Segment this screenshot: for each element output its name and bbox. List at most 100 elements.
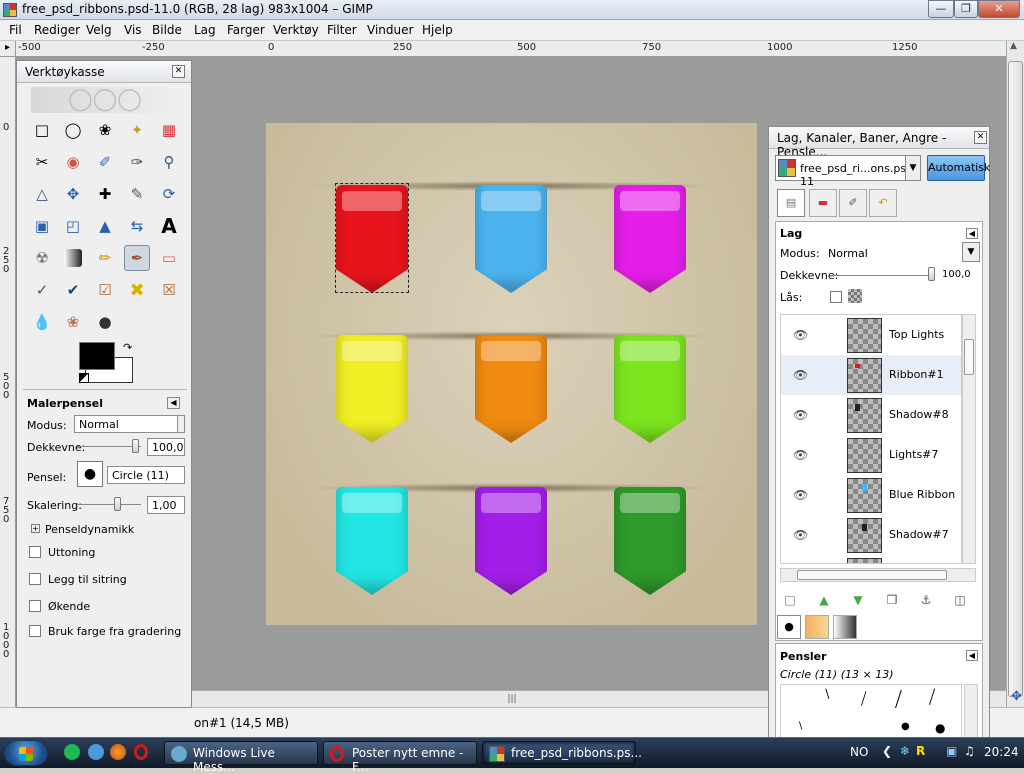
layer-row[interactable]: 👁 Shadow#8 bbox=[781, 395, 961, 435]
visibility-eye-icon[interactable]: 👁 bbox=[793, 528, 808, 542]
move-icon[interactable]: ✥ bbox=[60, 181, 86, 207]
airbrush-icon[interactable]: ✓ bbox=[29, 277, 55, 303]
visibility-eye-icon[interactable]: 👁 bbox=[793, 368, 808, 382]
visibility-eye-icon[interactable]: 👁 bbox=[793, 408, 808, 422]
brush-item[interactable]: ⧸ bbox=[861, 689, 866, 709]
smudge-icon[interactable]: ❀ bbox=[60, 309, 86, 335]
brush-grid[interactable]: ∖ ⧸ ⧸ ⧸ ∖ ● ● bbox=[780, 684, 962, 740]
image-selector-arrow-icon[interactable]: ▼ bbox=[905, 155, 921, 181]
tool-options-menu-icon[interactable]: ◀ bbox=[167, 397, 180, 409]
layer-row[interactable]: 👁 Lights#7 bbox=[781, 435, 961, 475]
shear-icon[interactable]: ◰ bbox=[60, 213, 86, 239]
scissors-icon[interactable]: ✂ bbox=[29, 149, 55, 175]
incremental-checkbox[interactable] bbox=[29, 600, 41, 612]
close-dock-icon[interactable]: ✕ bbox=[974, 131, 987, 144]
opacity-value[interactable]: 100,0 bbox=[147, 438, 185, 456]
quick-mask-toggle[interactable]: ▸ bbox=[0, 41, 16, 57]
maximize-button[interactable]: ❐ bbox=[954, 0, 978, 18]
blur-icon[interactable]: 💧 bbox=[29, 309, 55, 335]
default-colors-icon[interactable] bbox=[79, 373, 89, 383]
patterns-tab-icon[interactable] bbox=[805, 615, 829, 639]
brushes-tab-icon[interactable]: ● bbox=[777, 615, 801, 639]
task-windows-live-messenger[interactable]: Windows Live Mess... bbox=[164, 741, 318, 774]
brush-item[interactable]: ● bbox=[901, 721, 910, 732]
scroll-up-arrow-icon[interactable]: ▲ bbox=[1010, 41, 1022, 55]
language-indicator[interactable]: NO bbox=[850, 745, 868, 759]
scale-value[interactable]: 1,00 bbox=[147, 496, 185, 514]
layer-row[interactable]: 👁 Top Lights bbox=[781, 315, 961, 355]
mode-select[interactable]: Normal bbox=[74, 415, 178, 433]
jitter-checkbox[interactable] bbox=[29, 573, 41, 585]
rect-select-icon[interactable]: □ bbox=[29, 117, 55, 143]
ink-icon[interactable]: ✔ bbox=[60, 277, 86, 303]
foreground-select-icon[interactable]: ◉ bbox=[60, 149, 86, 175]
layer-opacity-value[interactable]: 100,0 bbox=[942, 269, 971, 280]
brush-item[interactable]: ∖ bbox=[797, 721, 803, 732]
fuzzy-select-icon[interactable]: ✦ bbox=[124, 117, 150, 143]
foreground-color-swatch[interactable] bbox=[79, 342, 115, 370]
close-dock-icon[interactable]: ✕ bbox=[172, 65, 185, 78]
menu-select[interactable]: Velg bbox=[86, 23, 112, 37]
menu-tools[interactable]: Verktøy bbox=[273, 23, 319, 37]
tray-expand-icon[interactable]: ❮ bbox=[882, 744, 892, 758]
close-button[interactable]: ✕ bbox=[978, 0, 1020, 18]
scroll-grip-icon[interactable]: ||| bbox=[492, 694, 532, 704]
brush-grid-scrollbar[interactable] bbox=[964, 684, 978, 740]
visibility-eye-icon[interactable]: 👁 bbox=[793, 448, 808, 462]
eraser-icon[interactable]: ▭ bbox=[156, 245, 182, 271]
brush-name-field[interactable]: Circle (11) bbox=[107, 466, 185, 484]
dodge-burn-icon[interactable]: ● bbox=[92, 309, 118, 335]
brush-item[interactable]: ∖ bbox=[823, 687, 831, 701]
blend-icon[interactable] bbox=[64, 249, 82, 267]
perspective-icon[interactable]: ▲ bbox=[92, 213, 118, 239]
layer-row[interactable]: 👁 Blue Ribbon bbox=[781, 475, 961, 515]
delete-layer-icon[interactable]: ◫ bbox=[950, 590, 970, 610]
windows-live-icon[interactable] bbox=[88, 744, 104, 760]
paintbrush-icon[interactable]: ✒ bbox=[124, 245, 150, 271]
scale-slider-knob[interactable] bbox=[114, 497, 121, 511]
gradients-tab-icon[interactable] bbox=[833, 615, 857, 639]
brushes-menu-icon[interactable]: ◀ bbox=[966, 650, 978, 661]
dynamics-label[interactable]: Penseldynamikk bbox=[45, 523, 134, 536]
menu-help[interactable]: Hjelp bbox=[422, 23, 453, 37]
brush-item[interactable]: ⧸ bbox=[929, 687, 935, 708]
tray-monitor-icon[interactable]: ▣ bbox=[946, 744, 957, 758]
brush-item[interactable]: ● bbox=[935, 721, 945, 735]
lower-layer-icon[interactable]: ▼ bbox=[848, 590, 868, 610]
menu-image[interactable]: Bilde bbox=[152, 23, 182, 37]
layer-list-scrollbar[interactable] bbox=[962, 314, 976, 564]
layer-opacity-slider-track[interactable] bbox=[832, 275, 932, 276]
auto-button[interactable]: Automatisk bbox=[927, 155, 990, 181]
minimize-button[interactable]: — bbox=[928, 0, 954, 18]
anchor-layer-icon[interactable]: ⚓ bbox=[916, 590, 936, 610]
heal-icon[interactable]: ✖ bbox=[124, 277, 150, 303]
menu-view[interactable]: Vis bbox=[124, 23, 142, 37]
brush-item[interactable]: ⧸ bbox=[895, 687, 902, 711]
free-select-icon[interactable]: ❀ bbox=[92, 117, 118, 143]
opera-icon[interactable] bbox=[134, 744, 148, 760]
text-tool-icon[interactable]: A bbox=[156, 213, 182, 239]
expand-dynamics-icon[interactable]: + bbox=[31, 524, 40, 533]
opacity-slider-knob[interactable] bbox=[132, 439, 139, 453]
vertical-scroll-thumb[interactable] bbox=[1008, 61, 1023, 697]
menu-windows[interactable]: Vinduer bbox=[367, 23, 413, 37]
zoom-icon[interactable]: ⚲ bbox=[156, 149, 182, 175]
duplicate-layer-icon[interactable]: ❐ bbox=[882, 590, 902, 610]
rotate-icon[interactable]: ⟳ bbox=[156, 181, 182, 207]
image-canvas[interactable] bbox=[266, 123, 757, 625]
paths-tab-icon[interactable]: ✐ bbox=[839, 189, 867, 217]
image-selector[interactable]: free_psd_ri...ons.psd-11 bbox=[775, 155, 921, 188]
measure-icon[interactable]: △ bbox=[29, 181, 55, 207]
layer-mode-value[interactable]: Normal bbox=[828, 247, 868, 260]
ellipse-select-icon[interactable]: ◯ bbox=[60, 117, 86, 143]
brush-preview-icon[interactable]: ● bbox=[77, 461, 103, 487]
task-gimp-image[interactable]: free_psd_ribbons.ps... bbox=[482, 741, 642, 765]
layer-row[interactable] bbox=[781, 555, 961, 563]
start-button[interactable] bbox=[4, 740, 48, 766]
menu-colors[interactable]: Farger bbox=[227, 23, 265, 37]
scale-slider-track[interactable] bbox=[77, 504, 141, 505]
bucket-fill-icon[interactable]: ☢ bbox=[29, 245, 55, 271]
layer-row-selected[interactable]: 👁 Ribbon#1 bbox=[781, 355, 961, 395]
menu-layer[interactable]: Lag bbox=[194, 23, 216, 37]
navigate-icon[interactable]: ✥ bbox=[1011, 689, 1023, 704]
